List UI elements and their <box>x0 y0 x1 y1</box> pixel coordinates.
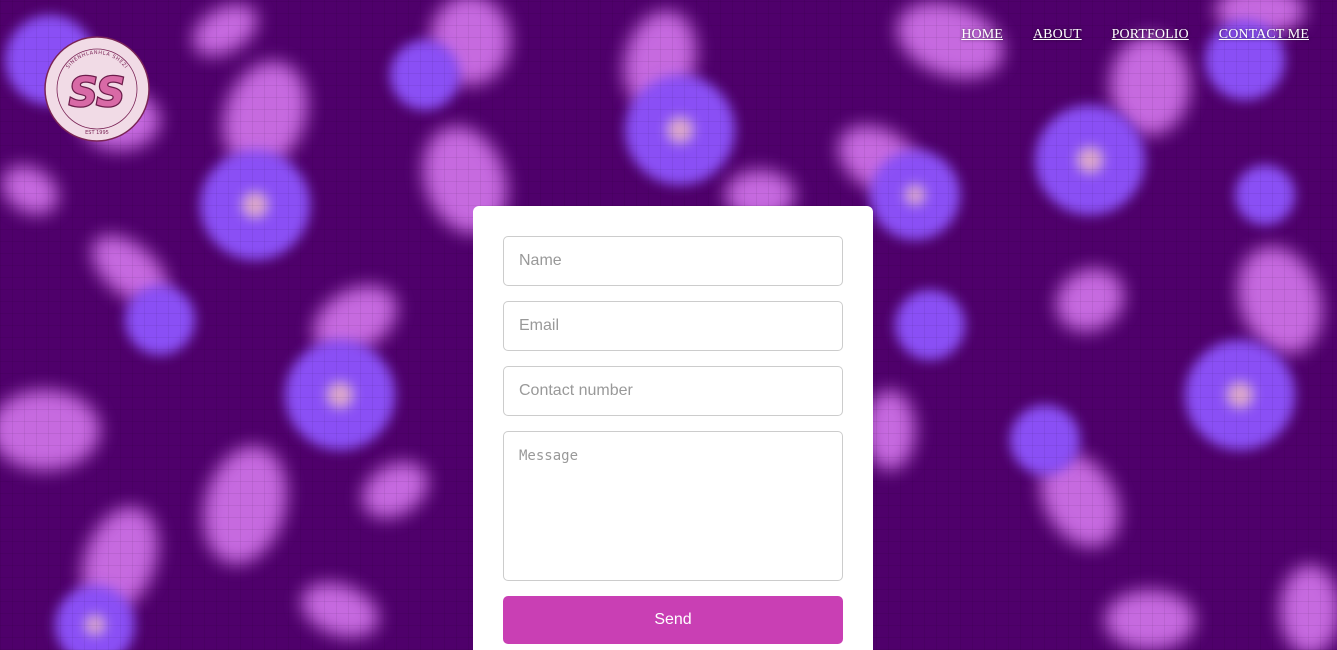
nav-about[interactable]: ABOUT <box>1033 27 1082 43</box>
nav-portfolio[interactable]: PORTFOLIO <box>1112 27 1189 43</box>
site-logo[interactable]: SINENHLANHLA SHEZI EST 1995 SS <box>44 36 150 142</box>
contact-number-input[interactable] <box>503 366 843 416</box>
email-input[interactable] <box>503 301 843 351</box>
contact-form: Send <box>473 206 873 650</box>
nav-contact-me[interactable]: CONTACT ME <box>1219 27 1309 43</box>
name-input[interactable] <box>503 236 843 286</box>
message-textarea[interactable] <box>503 431 843 581</box>
nav-home[interactable]: HOME <box>961 27 1003 43</box>
logo-letters: SS <box>69 70 125 116</box>
main-nav: HOME ABOUT PORTFOLIO CONTACT ME <box>961 27 1309 43</box>
svg-text:EST 1995: EST 1995 <box>85 130 109 136</box>
send-button[interactable]: Send <box>503 596 843 644</box>
